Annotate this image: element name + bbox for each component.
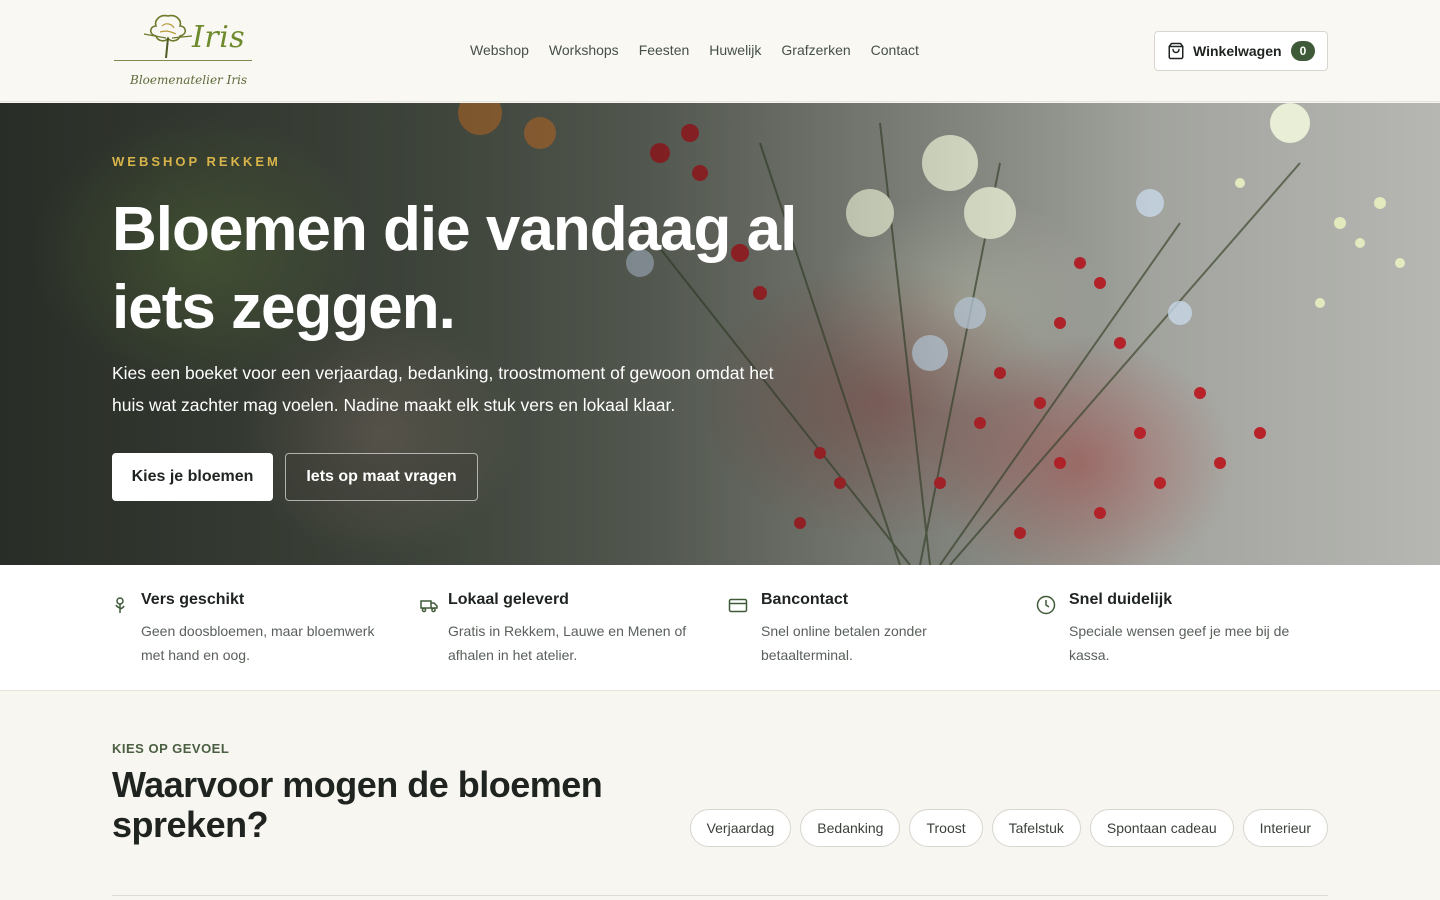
feature-description: Speciale wensen geef je mee bij de kassa…: [1069, 623, 1290, 663]
feature-description: Geen doosbloemen, maar bloemwerk met han…: [141, 623, 375, 663]
features-bar: Vers geschikt Geen doosbloemen, maar blo…: [0, 565, 1440, 691]
custom-request-button[interactable]: Iets op maat vragen: [285, 453, 478, 501]
hero-text: Kies een boeket voor een verjaardag, bed…: [112, 363, 774, 415]
flower-icon: [115, 597, 125, 613]
chip-interieur[interactable]: Interieur: [1242, 809, 1328, 847]
nav-webshop[interactable]: Webshop: [470, 42, 529, 58]
occasion-filter-chips: Verjaardag Bedanking Troost Tafelstuk Sp…: [689, 809, 1328, 847]
feature-title: Bancontact: [761, 591, 849, 608]
feature-description: Gratis in Rekkem, Lauwe en Menen of afha…: [448, 623, 687, 663]
chip-bedanking[interactable]: Bedanking: [800, 809, 901, 847]
nav-workshops[interactable]: Workshops: [549, 42, 619, 58]
occasion-section: KIES OP GEVOEL Waarvoor mogen de bloemen…: [0, 691, 1440, 900]
logo-wordmark: Iris: [192, 20, 246, 55]
feature-title: Lokaal geleverd: [448, 591, 569, 608]
hero-banner: WEBSHOP REKKEM Bloemen die vandaag al ie…: [0, 103, 1440, 565]
logo-divider: [114, 60, 252, 61]
site-header: Iris Bloemenatelier Iris Webshop Worksho…: [0, 0, 1440, 102]
chip-troost[interactable]: Troost: [909, 809, 983, 847]
section-title: Waarvoor mogen de bloemen spreken?: [112, 764, 603, 845]
flower-logo-icon: [143, 14, 193, 58]
hero-title: Bloemen die vandaag al iets zeggen.: [112, 195, 797, 342]
nav-huwelijk[interactable]: Huwelijk: [709, 42, 761, 58]
cart-count-badge: 0: [1291, 41, 1315, 61]
credit-card-icon: [728, 598, 748, 613]
feature-title: Snel duidelijk: [1069, 591, 1173, 608]
logo-subtitle: Bloemenatelier Iris: [130, 73, 248, 87]
chip-spontaan-cadeau[interactable]: Spontaan cadeau: [1089, 809, 1234, 847]
choose-flowers-button[interactable]: Kies je bloemen: [112, 453, 273, 501]
chip-verjaardag[interactable]: Verjaardag: [689, 809, 792, 847]
hero-eyebrow: WEBSHOP REKKEM: [112, 154, 281, 169]
nav-contact[interactable]: Contact: [871, 42, 919, 58]
section-divider: [112, 895, 1328, 896]
feature-description: Snel online betalen zonder betaaltermina…: [761, 623, 927, 663]
section-kicker: KIES OP GEVOEL: [112, 741, 230, 756]
main-nav: Webshop Workshops Feesten Huwelijk Grafz…: [470, 42, 919, 58]
truck-icon: [420, 600, 438, 613]
cart-button[interactable]: Winkelwagen 0: [1154, 31, 1328, 71]
nav-grafzerken[interactable]: Grafzerken: [781, 42, 850, 58]
nav-feesten[interactable]: Feesten: [639, 42, 690, 58]
cart-label: Winkelwagen: [1193, 43, 1282, 59]
clock-icon: [1036, 595, 1056, 615]
chip-tafelstuk[interactable]: Tafelstuk: [991, 809, 1081, 847]
site-logo[interactable]: Iris Bloemenatelier Iris: [112, 10, 257, 92]
feature-title: Vers geschikt: [141, 591, 245, 608]
shopping-bag-icon: [1168, 42, 1184, 60]
